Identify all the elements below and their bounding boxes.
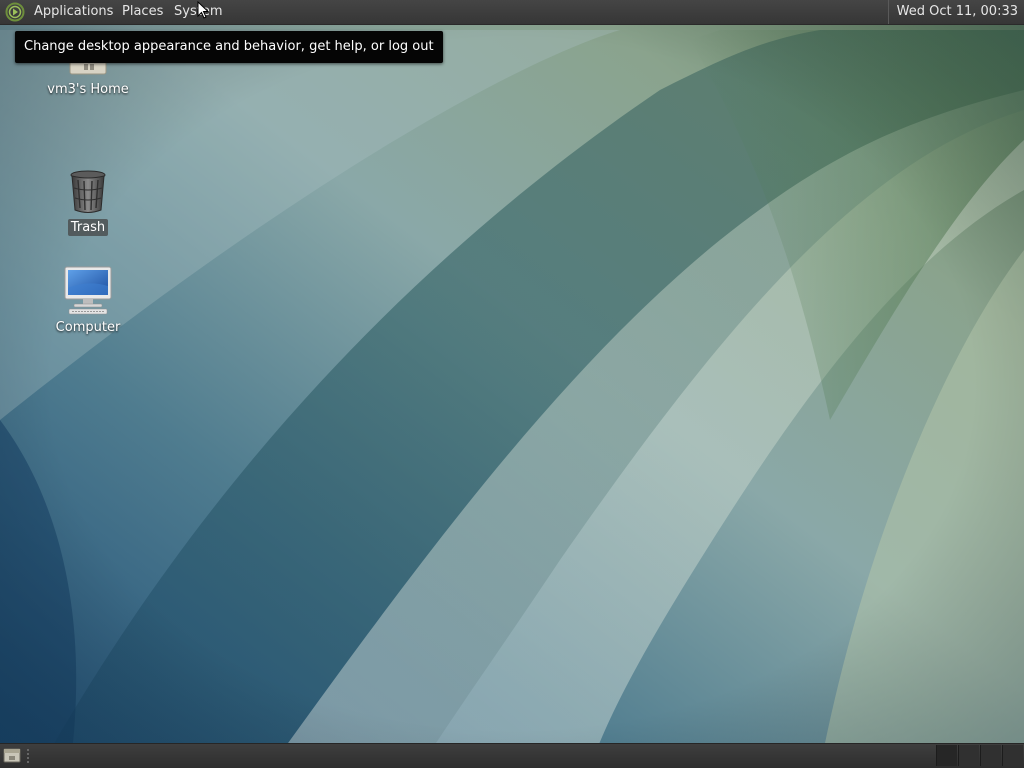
- applications-logo-icon[interactable]: [5, 2, 25, 22]
- system-menu-tooltip: Change desktop appearance and behavior, …: [15, 31, 443, 63]
- mouse-cursor-icon: [197, 1, 209, 19]
- top-panel: Applications Places System Wed Oct 11, 0…: [0, 0, 1024, 25]
- workspace-4[interactable]: [1002, 745, 1023, 766]
- places-menu[interactable]: Places: [122, 0, 163, 24]
- applications-menu[interactable]: Applications: [34, 0, 113, 24]
- computer-desktop-icon[interactable]: Computer: [33, 266, 143, 336]
- panel-drag-handle[interactable]: [26, 748, 30, 764]
- show-desktop-icon[interactable]: [3, 747, 21, 764]
- workspace-3[interactable]: [980, 745, 1001, 766]
- workspace-1[interactable]: [936, 745, 957, 766]
- trash-desktop-icon[interactable]: Trash: [33, 168, 143, 236]
- home-folder-label: vm3's Home: [47, 82, 129, 97]
- bottom-panel: [0, 743, 1024, 768]
- clock[interactable]: Wed Oct 11, 00:33: [887, 0, 1024, 24]
- trash-icon: [70, 170, 106, 213]
- computer-label: Computer: [55, 320, 121, 335]
- trash-label: Trash: [67, 219, 109, 236]
- desktop-screen: Applications Places System Wed Oct 11, 0…: [0, 0, 1024, 768]
- computer-icon: [64, 266, 112, 315]
- workspace-2[interactable]: [958, 745, 979, 766]
- desktop-wallpaper: [0, 0, 1024, 768]
